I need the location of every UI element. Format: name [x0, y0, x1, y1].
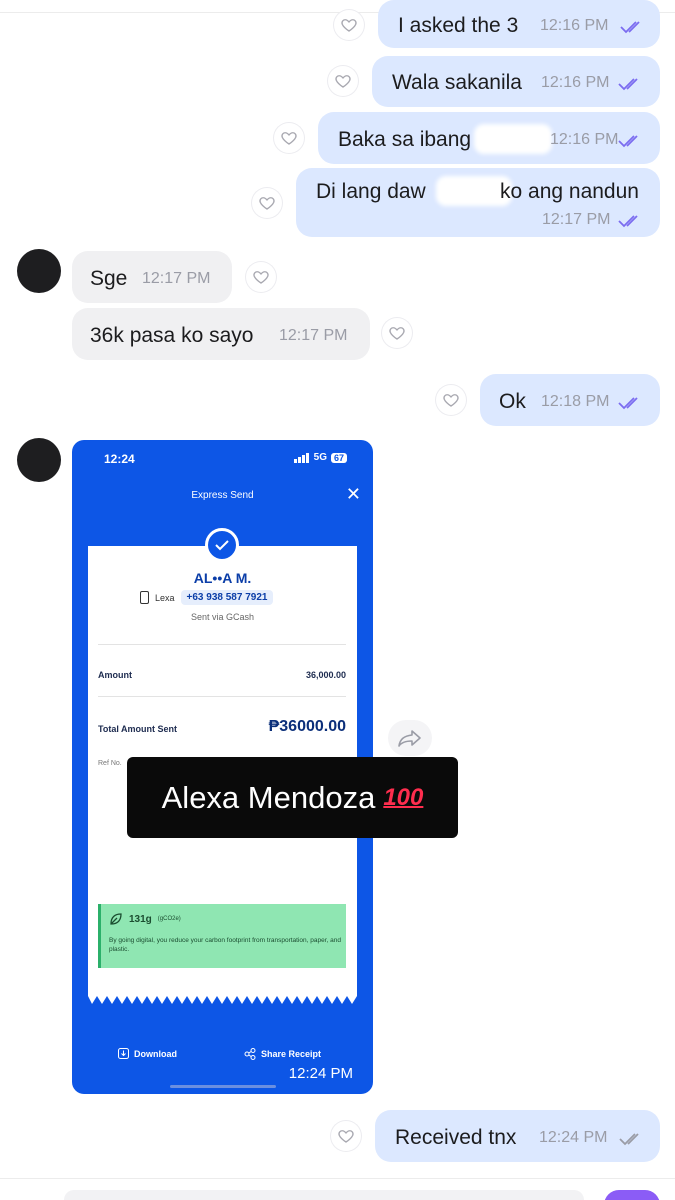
message-time: 12:17 PM: [542, 211, 611, 228]
message-text: Received tnx: [395, 1126, 517, 1149]
react-heart-icon[interactable]: [382, 318, 412, 348]
receipt-status-indicators: 5G 67: [293, 452, 347, 463]
message-input[interactable]: [64, 1190, 584, 1200]
avatar[interactable]: [17, 249, 61, 293]
recipient-phone: +63 938 587 7921: [180, 590, 274, 605]
hundred-points-emoji: 100: [383, 783, 424, 811]
react-heart-icon[interactable]: [331, 1121, 361, 1151]
double-check-icon: [620, 21, 640, 34]
phone-icon: [140, 591, 149, 604]
double-check-icon: [618, 135, 638, 148]
message-text: Baka sa ibang: [338, 128, 472, 151]
sent-via: Sent via GCash: [190, 612, 255, 622]
react-heart-icon[interactable]: [252, 188, 282, 218]
amount-label: Amount: [98, 670, 132, 680]
receipt-status-time: 12:24: [104, 452, 135, 466]
message-time: 12:18 PM: [541, 393, 610, 410]
redaction-scribble: [474, 124, 552, 154]
message-text: Ok: [499, 390, 526, 413]
message-time: 12:17 PM: [279, 327, 348, 344]
message-bubble-outgoing[interactable]: Ok 12:18 PM: [480, 374, 660, 426]
react-heart-icon[interactable]: [274, 123, 304, 153]
message-bubble-outgoing[interactable]: Baka sa ibang 12:16 PM: [318, 112, 660, 164]
close-icon: ✕: [345, 484, 361, 504]
react-heart-icon[interactable]: [246, 262, 276, 292]
message-text: Sge: [90, 267, 128, 290]
share-forward-icon: [398, 730, 421, 747]
divider: [98, 696, 346, 697]
network-label: 5G: [313, 452, 327, 463]
total-value: ₱36000.00: [268, 718, 346, 735]
total-label: Total Amount Sent: [98, 724, 177, 734]
divider: [98, 644, 346, 645]
message-bubble-incoming[interactable]: Sge 12:17 PM: [72, 251, 232, 303]
recipient-name: AL••A M.: [193, 570, 252, 586]
double-check-icon: [618, 78, 638, 91]
message-bubble-outgoing[interactable]: I asked the 3 12:16 PM: [378, 0, 660, 48]
overlay-text: Alexa Mendoza: [161, 779, 376, 815]
message-time: 12:24 PM: [539, 1129, 608, 1146]
eco-banner: 131g (gCO2e) By going digital, you reduc…: [98, 904, 346, 968]
message-time: 12:17 PM: [142, 270, 211, 287]
react-heart-icon[interactable]: [334, 10, 364, 40]
message-text: ko ang nandun: [500, 180, 639, 203]
message-text: I asked the 3: [398, 14, 519, 37]
message-bubble-outgoing[interactable]: Di lang daw ko ang nandun 12:17 PM: [296, 168, 660, 237]
message-time: 12:16 PM: [540, 17, 609, 34]
eco-text: By going digital, you reduce your carbon…: [109, 937, 341, 953]
receipt-title: Express Send: [191, 490, 254, 501]
double-check-icon: [618, 397, 638, 410]
recipient-tag: Lexa: [155, 592, 175, 603]
forward-button[interactable]: [388, 720, 432, 756]
home-indicator: [170, 1085, 276, 1088]
leaf-icon: [110, 913, 122, 925]
battery-level: 67: [330, 452, 347, 463]
download-icon: [118, 1048, 129, 1059]
react-heart-icon[interactable]: [328, 66, 358, 96]
download-label: Download: [134, 1048, 177, 1059]
success-check-icon: [205, 528, 239, 562]
message-bubble-outgoing[interactable]: Received tnx 12:24 PM: [375, 1110, 660, 1162]
double-check-icon: [619, 1133, 639, 1146]
message-bubble-outgoing[interactable]: Wala sakanila 12:16 PM: [372, 56, 660, 107]
download-button: Download: [118, 1048, 177, 1059]
eco-amount: 131g: [129, 913, 152, 925]
avatar[interactable]: [17, 438, 61, 482]
message-time: 12:16 PM: [541, 74, 610, 91]
message-time: 12:16 PM: [550, 131, 619, 148]
share-receipt-label: Share Receipt: [261, 1049, 322, 1059]
name-overlay-label: Alexa Mendoza 100: [127, 757, 458, 838]
send-button[interactable]: [604, 1190, 660, 1200]
double-check-icon: [618, 215, 638, 228]
amount-value: 36,000.00: [305, 670, 346, 680]
signal-icon: [293, 452, 309, 463]
receipt-torn-edge: [88, 992, 357, 1004]
recipient-contact: Lexa +63 938 587 7921: [140, 590, 274, 605]
react-heart-icon[interactable]: [436, 385, 466, 415]
ref-label: Ref No.: [98, 760, 122, 767]
share-receipt-button: Share Receipt: [244, 1048, 321, 1060]
message-text: Wala sakanila: [392, 71, 522, 94]
share-icon: [244, 1048, 256, 1060]
message-bubble-incoming[interactable]: 36k pasa ko sayo 12:17 PM: [72, 308, 370, 360]
message-text: Di lang daw: [316, 180, 426, 203]
message-text: 36k pasa ko sayo: [90, 324, 254, 347]
message-time: 12:24 PM: [288, 1065, 353, 1082]
eco-unit: (gCO2e): [157, 916, 181, 922]
